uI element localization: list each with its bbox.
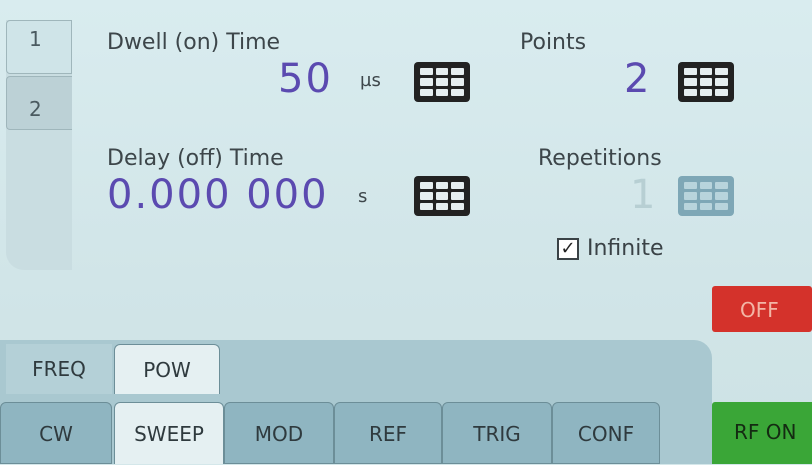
subtab-2[interactable]: 2 xyxy=(6,76,72,130)
keypad-icon xyxy=(684,68,728,96)
infinite-label: Infinite xyxy=(587,236,664,261)
repetitions-value: 1 xyxy=(630,172,658,218)
tab-trig[interactable]: TRIG xyxy=(442,402,552,464)
repetitions-keypad-button xyxy=(678,176,734,216)
dwell-time-value[interactable]: 50 xyxy=(278,56,333,102)
tab-mod[interactable]: MOD xyxy=(224,402,334,464)
subtab-2-label: 2 xyxy=(29,97,42,121)
tab-freq[interactable]: FREQ xyxy=(6,344,112,394)
dwell-time-unit: µs xyxy=(360,70,381,91)
keypad-icon xyxy=(684,182,728,210)
points-label: Points xyxy=(520,30,587,55)
dwell-time-label: Dwell (on) Time xyxy=(107,30,281,55)
points-value[interactable]: 2 xyxy=(624,56,651,102)
infinite-checkbox[interactable]: ✓ xyxy=(557,238,579,260)
repetitions-label: Repetitions xyxy=(538,146,662,171)
tab-cw[interactable]: CW xyxy=(0,402,112,464)
screen: 1 2 Dwell (on) Time 50 µs Points 2 Delay… xyxy=(0,0,812,464)
tab-ref[interactable]: REF xyxy=(334,402,442,464)
subtab-1-label: 1 xyxy=(29,27,42,51)
output-off-button[interactable]: OFF xyxy=(712,286,812,332)
tab-conf[interactable]: CONF xyxy=(552,402,660,464)
tab-sweep[interactable]: SWEEP xyxy=(114,402,224,464)
rf-on-button[interactable]: RF ON xyxy=(712,402,812,464)
delay-time-unit: s xyxy=(358,186,368,207)
delay-time-label: Delay (off) Time xyxy=(107,146,284,171)
keypad-icon xyxy=(420,68,464,96)
subtab-1[interactable]: 1 xyxy=(6,20,72,74)
dwell-keypad-button[interactable] xyxy=(414,62,470,102)
points-keypad-button[interactable] xyxy=(678,62,734,102)
keypad-icon xyxy=(420,182,464,210)
delay-time-value[interactable]: 0.000 000 xyxy=(107,172,329,218)
tab-pow[interactable]: POW xyxy=(114,344,220,394)
delay-keypad-button[interactable] xyxy=(414,176,470,216)
